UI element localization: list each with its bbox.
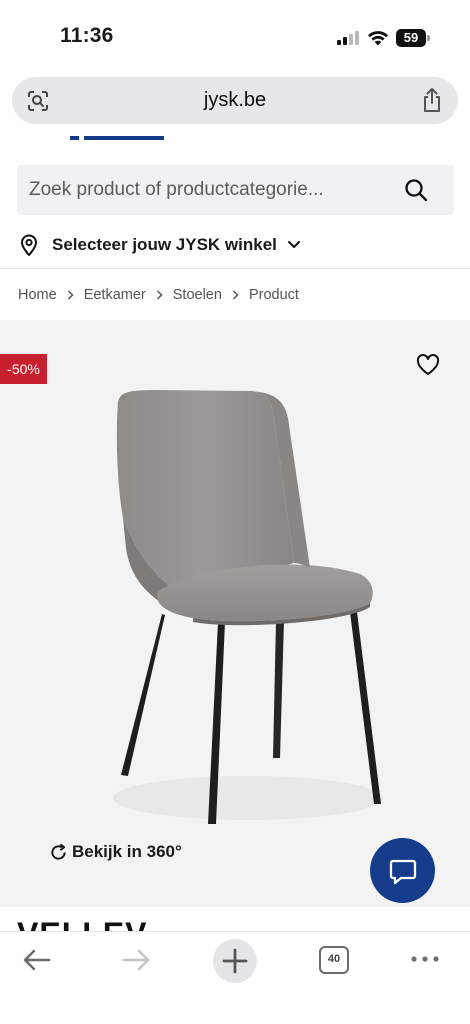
header-accent — [70, 136, 79, 140]
address-bar[interactable]: jysk.be — [12, 77, 458, 124]
view-360-label: Bekijk in 360° — [72, 842, 182, 861]
wifi-icon — [368, 31, 388, 46]
status-time: 11:36 — [60, 24, 114, 47]
status-bar: 11:36 59 — [0, 0, 470, 72]
search-input[interactable] — [29, 165, 389, 215]
battery-icon: 59 — [396, 29, 430, 47]
header-accent — [84, 136, 164, 140]
rotate-icon — [51, 843, 66, 860]
search-box[interactable] — [17, 165, 454, 215]
view-360-button[interactable]: Bekijk in 360° — [49, 840, 182, 864]
share-icon[interactable] — [420, 87, 444, 113]
new-tab-button[interactable] — [213, 939, 257, 983]
more-icon[interactable] — [410, 952, 440, 966]
tabs-icon[interactable]: 40 — [319, 946, 349, 974]
breadcrumb-stoelen[interactable]: Stoelen — [173, 287, 222, 303]
forward-icon[interactable] — [121, 949, 151, 971]
breadcrumb: Home Eetkamer Stoelen Product — [18, 285, 299, 305]
store-selector-label: Selecteer jouw JYSK winkel — [52, 235, 277, 254]
back-icon[interactable] — [22, 949, 52, 971]
chevron-right-icon — [67, 290, 74, 300]
chevron-down-icon — [287, 241, 300, 248]
heart-icon[interactable] — [416, 354, 440, 376]
chat-icon — [389, 859, 417, 885]
search-icon[interactable] — [404, 178, 428, 202]
breadcrumb-product: Product — [248, 287, 299, 303]
breadcrumb-home[interactable]: Home — [18, 287, 57, 303]
chevron-right-icon — [156, 290, 163, 300]
browser-toolbar: 40 — [0, 931, 470, 1024]
battery-level: 59 — [396, 29, 426, 47]
chat-button[interactable] — [370, 838, 435, 903]
breadcrumb-eetkamer[interactable]: Eetkamer — [84, 287, 146, 303]
discount-badge: -50% — [0, 354, 47, 384]
product-image-chair — [113, 390, 383, 824]
url-text[interactable]: jysk.be — [12, 77, 458, 124]
chevron-right-icon — [232, 290, 239, 300]
divider — [0, 268, 470, 269]
store-selector[interactable]: Selecteer jouw JYSK winkel — [20, 230, 320, 260]
pin-icon — [20, 234, 38, 256]
cellular-signal-icon — [337, 31, 361, 45]
plus-icon — [222, 948, 248, 974]
